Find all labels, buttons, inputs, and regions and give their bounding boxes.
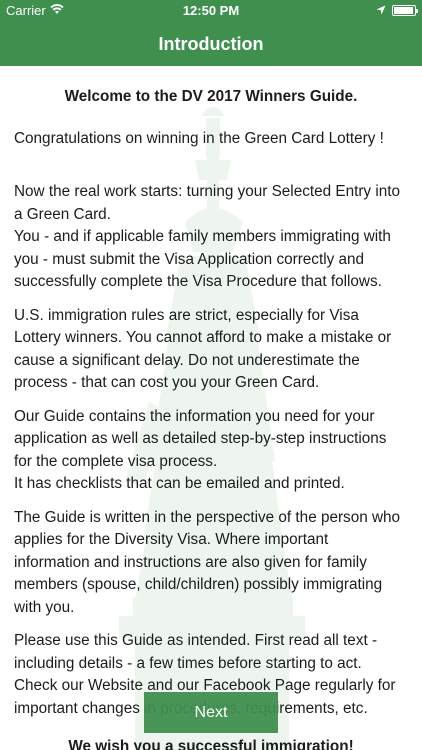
perspective-paragraph: The Guide is written in the perspective … <box>14 508 401 616</box>
status-bar: Carrier 12:50 PM <box>0 0 422 22</box>
status-right <box>376 3 418 18</box>
introduction-content[interactable]: Welcome to the DV 2017 Winners Guide. Co… <box>0 66 422 750</box>
next-button[interactable]: Next <box>144 692 278 733</box>
submit-paragraph: You - and if applicable family members i… <box>14 228 391 290</box>
welcome-heading: Welcome to the DV 2017 Winners Guide. <box>64 88 358 105</box>
navigation-bar: Introduction <box>0 22 422 66</box>
guide-paragraph: Our Guide contains the information you n… <box>14 407 387 470</box>
intro-text: Welcome to the DV 2017 Winners Guide. Co… <box>14 86 408 731</box>
congratulations-text: Congratulations on winning in the Green … <box>14 129 384 147</box>
closing-line: We wish you a successful immigration! <box>68 738 354 750</box>
rules-paragraph: U.S. immigration rules are strict, espec… <box>14 306 392 392</box>
page-title: Introduction <box>158 33 264 54</box>
status-time: 12:50 PM <box>182 3 240 18</box>
checklists-paragraph: It has checklists that can be emailed an… <box>14 475 345 492</box>
real-work-paragraph: Now the real work starts: turning your S… <box>14 183 400 223</box>
battery-icon <box>392 5 418 16</box>
location-arrow-icon <box>376 3 386 18</box>
